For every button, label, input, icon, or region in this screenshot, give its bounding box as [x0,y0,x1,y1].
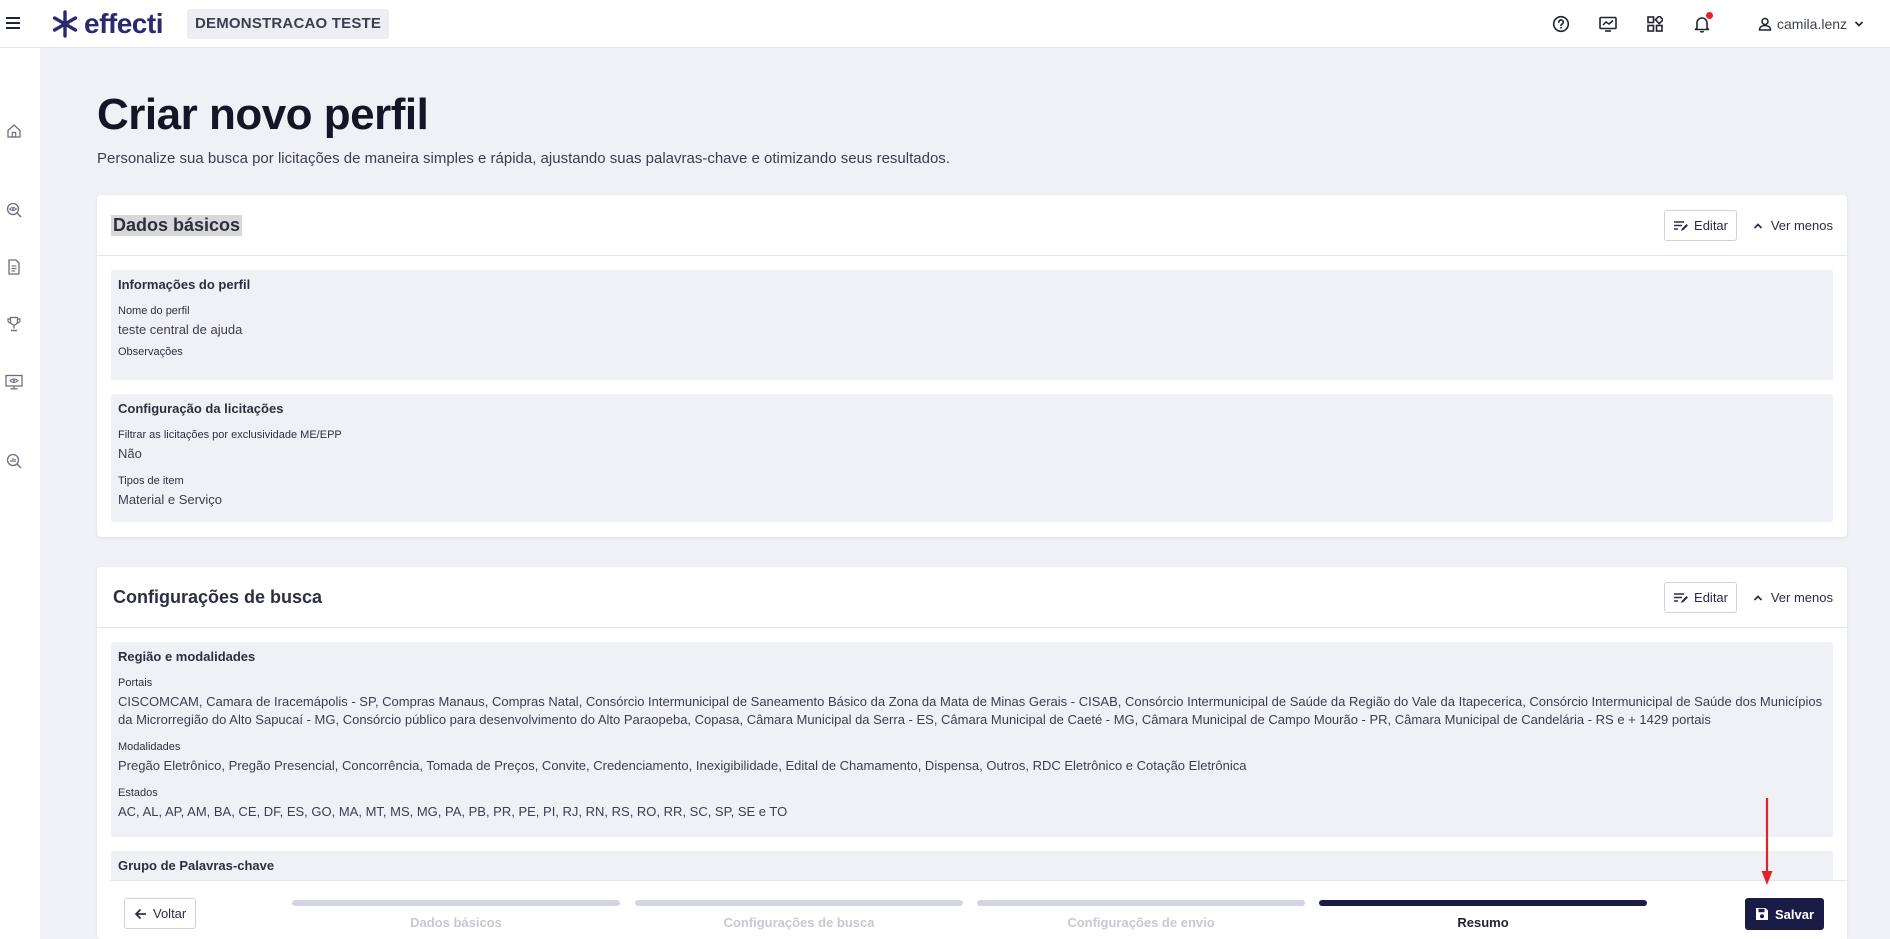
edit-button[interactable]: Editar [1664,210,1737,241]
basic-data-card: Dados básicos Editar Ver menos Informaçõ… [97,195,1847,537]
step-label: Configurações de envio [1067,915,1215,930]
top-bar: effecti DEMONSTRACAO TESTE camila.lenz [0,0,1890,48]
document-icon[interactable] [4,257,24,277]
company-name[interactable]: DEMONSTRACAO TESTE [187,9,390,39]
monitor-chart-icon[interactable] [1597,13,1619,35]
step-summary[interactable]: Resumo [1319,900,1647,930]
bell-icon[interactable] [1691,12,1713,35]
back-label: Voltar [153,906,187,921]
chevron-up-icon [1753,594,1762,601]
help-icon[interactable] [1550,13,1572,35]
logo-text: effecti [84,8,163,39]
profile-info-section: Informações do perfil Nome do perfil tes… [111,270,1833,380]
card-title: Dados básicos [111,215,243,236]
section-title: Região e modalidades [118,649,256,664]
user-menu[interactable]: camila.lenz [1758,12,1864,36]
step-progress-bar [977,900,1305,906]
field-label: Tipos de item [118,475,184,487]
step-label: Resumo [1457,915,1509,930]
step-progress-bar [635,900,963,906]
field-label: Estados [118,787,158,799]
show-less-button[interactable]: Ver menos [1753,210,1833,241]
step-label: Dados básicos [410,915,502,930]
chevron-down-icon [1854,21,1864,27]
sidebar [0,48,40,939]
section-title: Grupo de Palavras-chave [118,858,275,873]
item-types-value: Material e Serviço [118,492,223,507]
arrow-left-icon [134,908,146,919]
field-label: Filtrar as licitações por exclusividade … [118,429,342,441]
monitor-eye-icon[interactable] [4,372,24,392]
logo[interactable]: effecti [50,8,163,40]
states-value: AC, AL, AP, AM, BA, CE, DF, ES, GO, MA, … [118,804,788,819]
step-search-config[interactable]: Configurações de busca [635,900,963,930]
trophy-icon[interactable] [4,314,24,334]
card-title: Configurações de busca [113,587,323,607]
wizard-footer: Voltar Dados básicos Configurações de bu… [110,880,1847,939]
field-label: Observações [118,346,183,358]
card-header: Dados básicos Editar Ver menos [97,195,1847,256]
logo-mark-icon [52,10,78,38]
show-less-button[interactable]: Ver menos [1753,582,1833,613]
username: camila.lenz [1777,16,1848,32]
field-label: Nome do perfil [118,305,190,317]
show-less-label: Ver menos [1770,590,1833,605]
edit-list-icon [1674,592,1689,603]
card-header: Configurações de busca Editar Ver menos [97,567,1847,628]
user-icon [1758,17,1772,31]
step-progress-bar [292,900,620,906]
search-eye-icon[interactable] [4,200,24,220]
save-label: Salvar [1775,906,1815,922]
chevron-up-icon [1753,222,1762,229]
step-send-config[interactable]: Configurações de envio [977,900,1305,930]
profile-name-value: teste central de ajuda [118,322,243,337]
step-basic-data[interactable]: Dados básicos [292,900,620,930]
show-less-label: Ver menos [1770,218,1833,233]
edit-label: Editar [1694,590,1728,605]
notification-dot [1706,12,1713,19]
edit-label: Editar [1694,218,1728,233]
page-title: Criar novo perfil [97,90,429,139]
page-description: Personalize sua busca por licitações de … [97,150,950,167]
save-button[interactable]: Salvar [1745,898,1825,930]
floppy-disk-icon [1756,908,1768,920]
step-label: Configurações de busca [723,915,875,930]
section-title: Configuração da licitações [118,401,284,416]
exclusivity-value: Não [118,446,142,461]
edit-button[interactable]: Editar [1664,582,1737,613]
apps-icon[interactable] [1644,13,1666,35]
search-chart-icon[interactable] [4,451,24,471]
region-modalities-section: Região e modalidades Portais CISCOMCAM, … [111,642,1833,837]
step-progress-bar [1319,900,1647,906]
modalities-value: Pregão Eletrônico, Pregão Presencial, Co… [118,758,1247,773]
back-button[interactable]: Voltar [124,898,197,929]
portals-value: CISCOMCAM, Camara de Iracemápolis - SP, … [118,694,1823,727]
annotation-arrow-icon [1761,798,1773,885]
bidding-config-section: Configuração da licitações Filtrar as li… [111,394,1833,522]
section-title: Informações do perfil [118,277,251,292]
field-label: Modalidades [118,741,181,753]
home-icon[interactable] [4,121,24,141]
menu-icon[interactable] [4,14,26,34]
field-label: Portais [118,677,153,689]
edit-list-icon [1674,220,1689,231]
